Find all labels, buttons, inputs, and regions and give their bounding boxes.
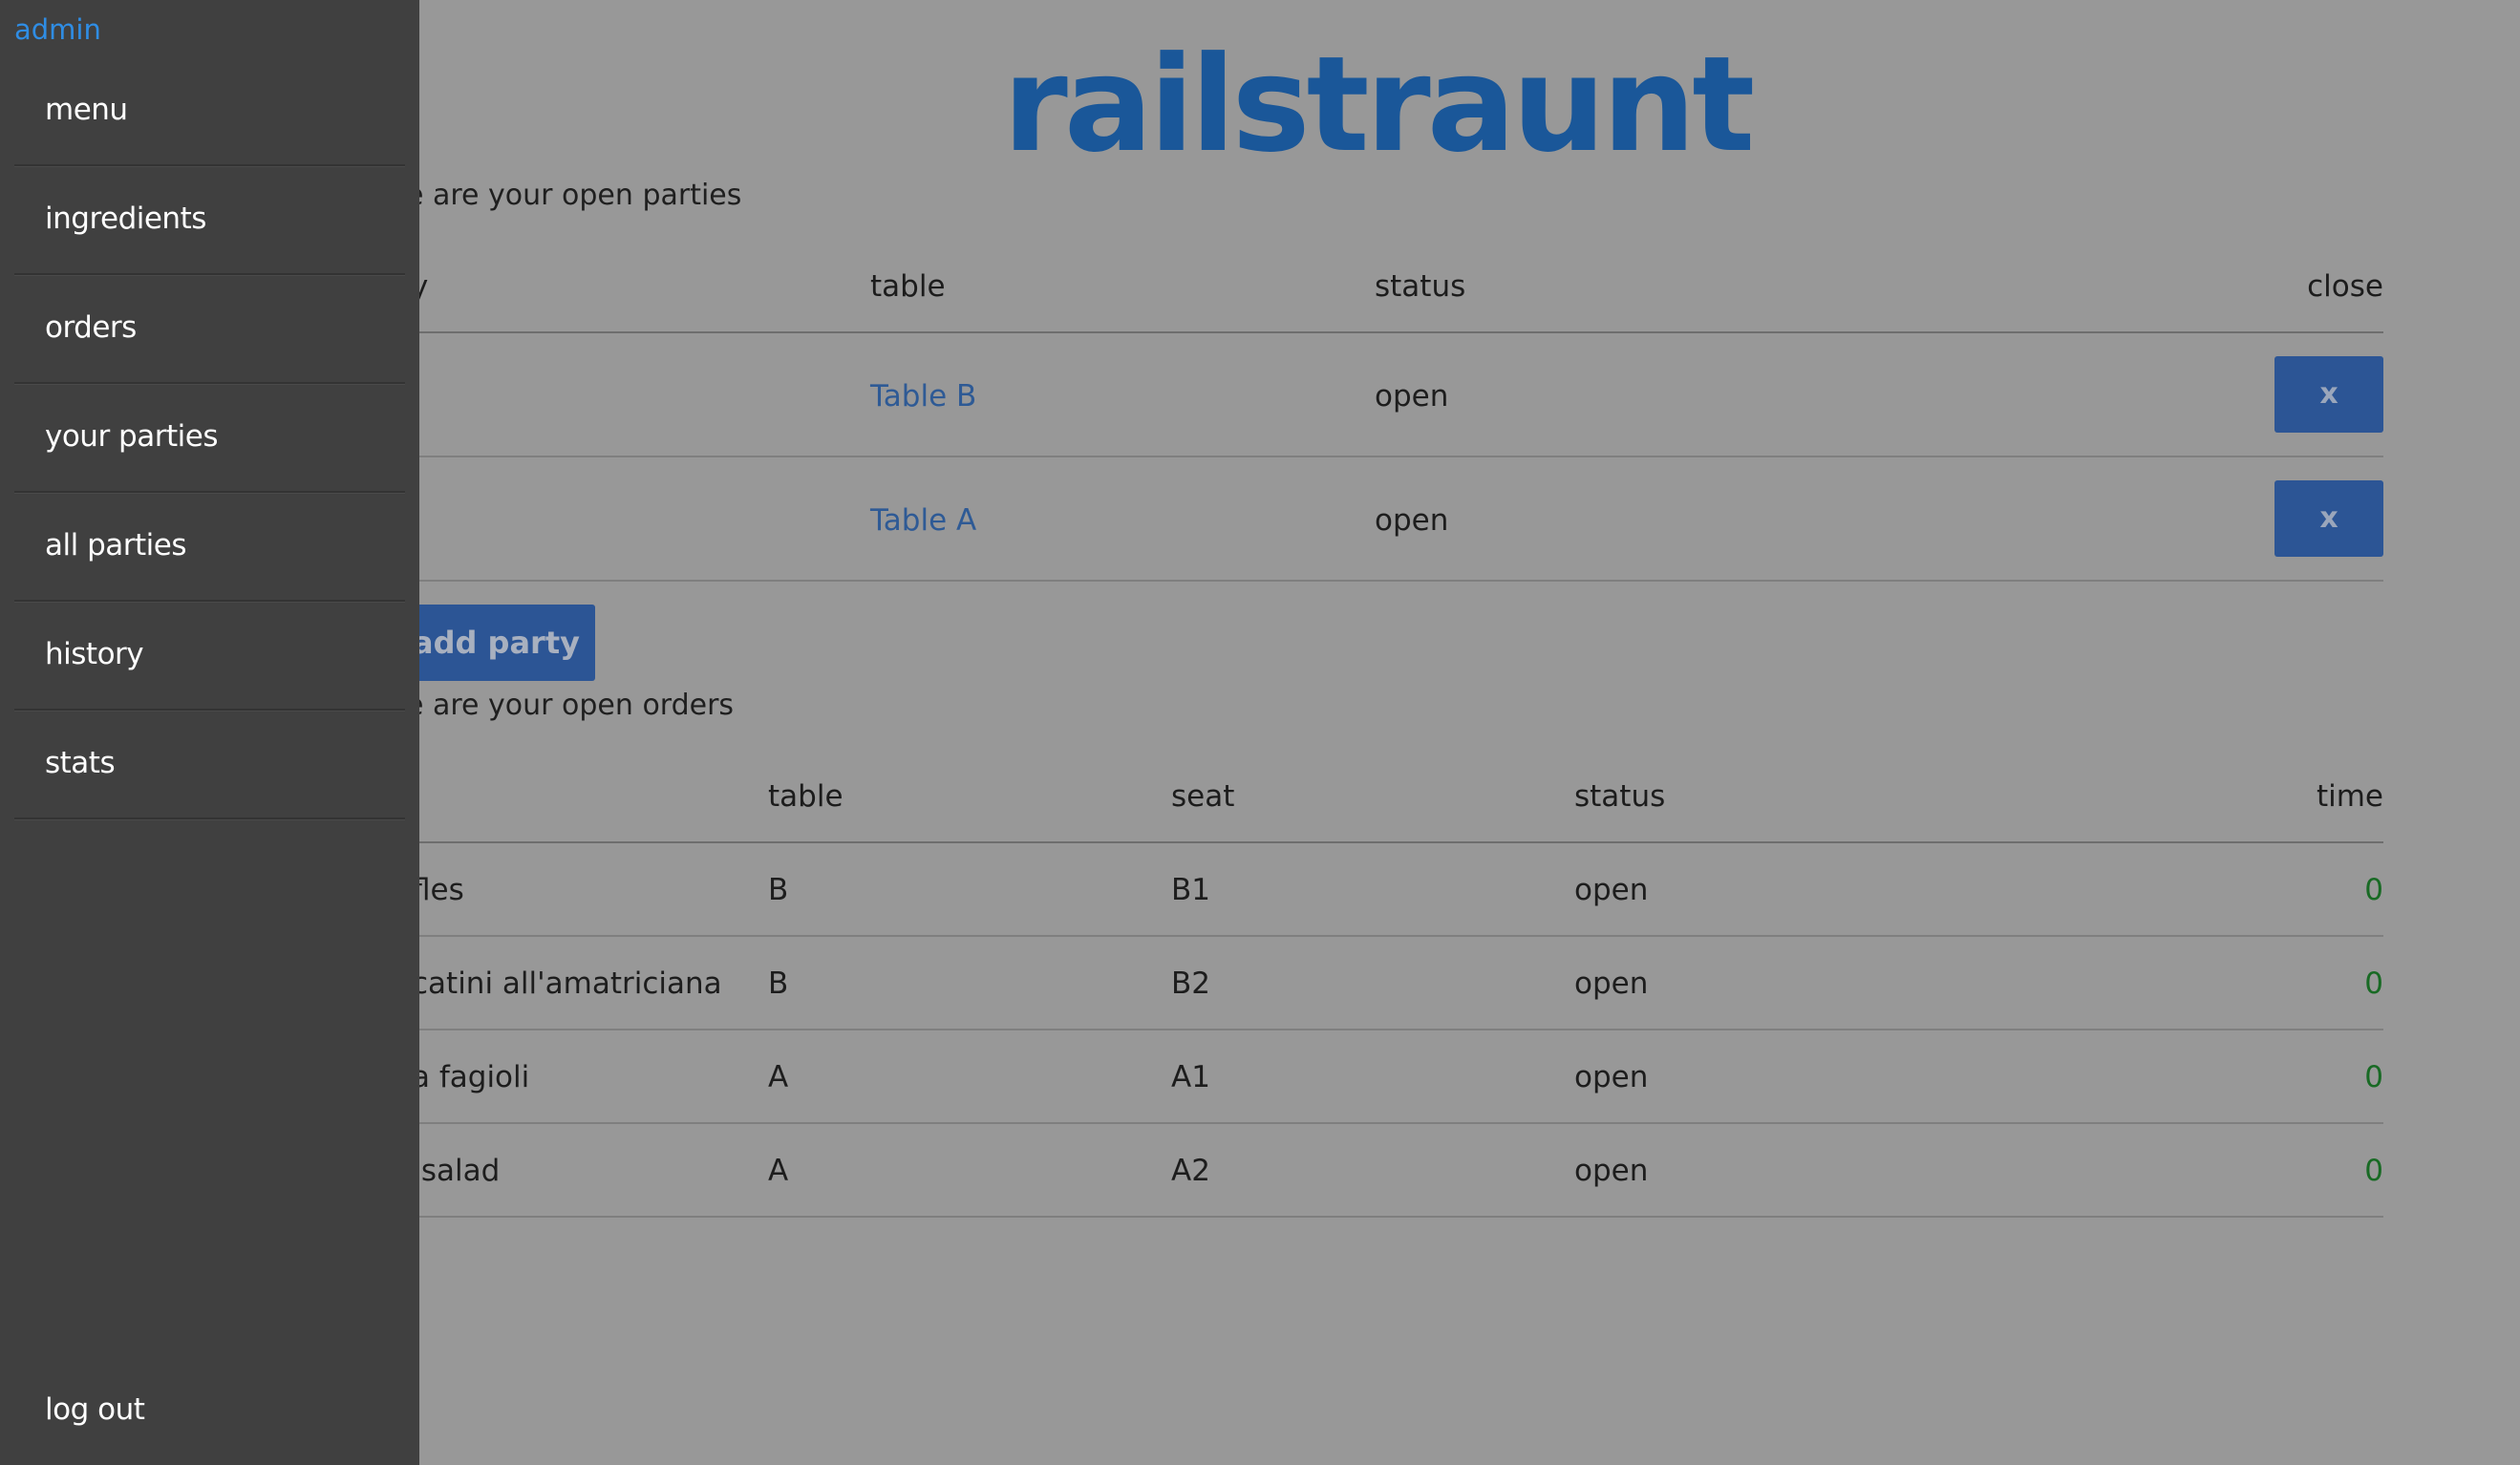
orders-header-seat: seat	[1171, 779, 1235, 814]
add-party-button[interactable]: add party	[394, 605, 595, 681]
nav-item-label: your parties	[45, 419, 218, 454]
order-table: A	[768, 1154, 789, 1188]
order-status: open	[1574, 873, 1649, 907]
nav-item-label: menu	[45, 93, 128, 127]
close-party-button[interactable]: x	[2274, 356, 2383, 433]
order-table: B	[768, 873, 789, 907]
row-divider	[392, 1029, 2383, 1030]
party-table-link[interactable]: Table A	[870, 503, 976, 538]
orders-header-table: table	[768, 779, 844, 814]
order-seat: A1	[1171, 1060, 1210, 1094]
nav-item-label: stats	[45, 746, 116, 780]
order-table: A	[768, 1060, 789, 1094]
nav-item-label: ingredients	[45, 202, 206, 236]
party-table-link[interactable]: Table B	[870, 379, 976, 414]
order-seat: B2	[1171, 966, 1210, 1001]
row-divider	[392, 456, 2383, 457]
nav-list: menu ingredients orders your parties all…	[14, 57, 405, 819]
order-item: fles	[412, 873, 464, 907]
nav-drawer: admin menu ingredients orders your parti…	[0, 0, 419, 1465]
nav-item-label: all parties	[45, 528, 187, 563]
parties-header-table: table	[870, 269, 946, 304]
order-seat: A2	[1171, 1154, 1210, 1188]
nav-item-orders[interactable]: orders	[14, 275, 405, 384]
orders-caption: e are your open orders	[406, 689, 735, 722]
user-link[interactable]: admin	[14, 13, 101, 46]
row-divider	[392, 1122, 2383, 1124]
parties-header-rule	[392, 331, 2383, 333]
order-status: open	[1574, 1154, 1649, 1188]
order-time: 0	[2364, 966, 2383, 1001]
row-divider	[392, 935, 2383, 937]
nav-item-ingredients[interactable]: ingredients	[14, 166, 405, 275]
add-party-label: add party	[413, 625, 580, 661]
nav-item-label: orders	[45, 310, 137, 345]
nav-item-label: history	[45, 637, 144, 671]
nav-item-your-parties[interactable]: your parties	[14, 384, 405, 493]
row-divider	[392, 580, 2383, 582]
parties-header-close: close	[2307, 269, 2383, 304]
party-status: open	[1375, 379, 1449, 414]
row-divider	[392, 1216, 2383, 1218]
nav-item-all-parties[interactable]: all parties	[14, 493, 405, 602]
order-seat: B1	[1171, 873, 1210, 907]
parties-header-status: status	[1375, 269, 1466, 304]
logout-link[interactable]: log out	[45, 1392, 145, 1427]
order-time: 0	[2364, 873, 2383, 907]
orders-header-status: status	[1574, 779, 1666, 814]
order-item: catini all'amatriciana	[412, 966, 722, 1001]
order-item: a fagioli	[412, 1060, 530, 1094]
order-table: B	[768, 966, 789, 1001]
order-time: 0	[2364, 1060, 2383, 1094]
nav-item-history[interactable]: history	[14, 602, 405, 711]
order-status: open	[1574, 966, 1649, 1001]
parties-caption: e are your open parties	[406, 179, 742, 212]
order-status: open	[1574, 1060, 1649, 1094]
party-status: open	[1375, 503, 1449, 538]
nav-item-menu[interactable]: menu	[14, 57, 405, 166]
orders-header-time: time	[2316, 779, 2383, 814]
orders-header-rule	[392, 841, 2383, 843]
close-party-button[interactable]: x	[2274, 480, 2383, 557]
order-time: 0	[2364, 1154, 2383, 1188]
order-item: salad	[412, 1154, 501, 1188]
nav-item-stats[interactable]: stats	[14, 711, 405, 819]
